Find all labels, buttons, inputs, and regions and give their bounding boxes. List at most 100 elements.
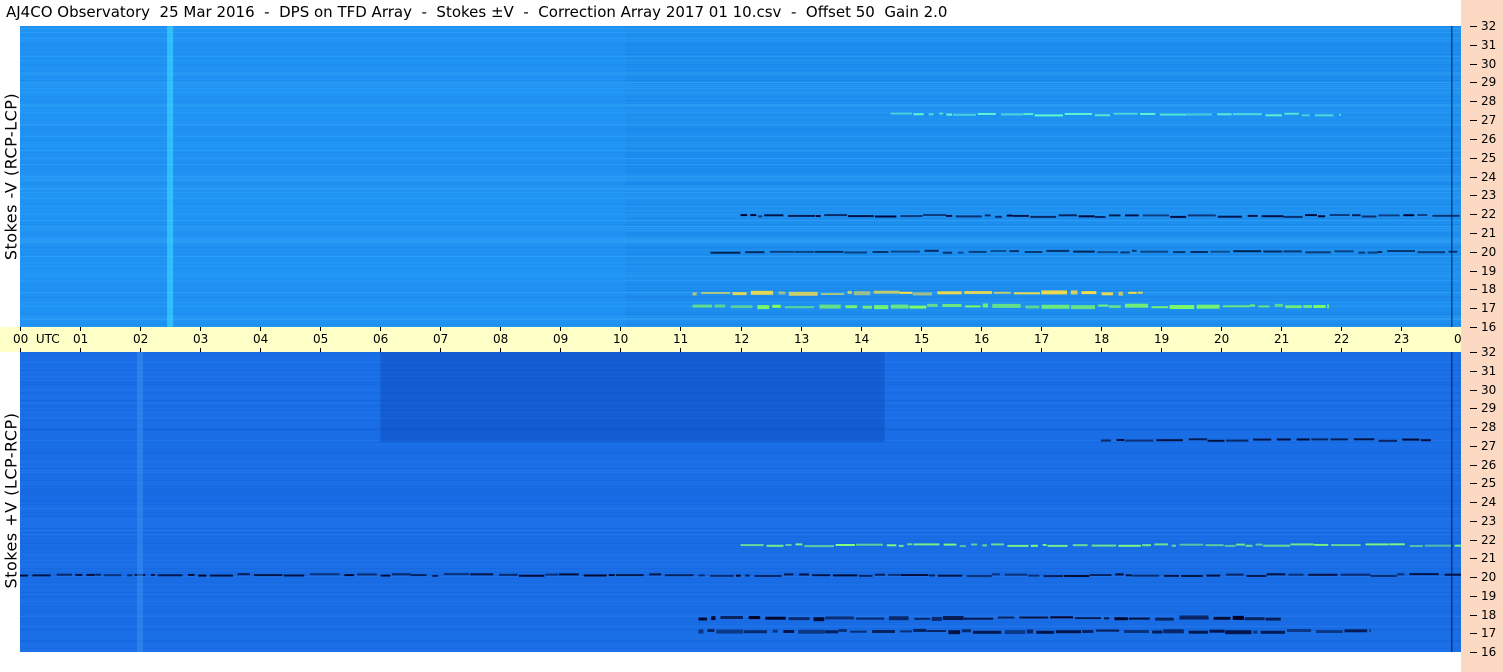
time-tick-bottom-14 xyxy=(861,348,862,352)
bottom-freq-tick-18 xyxy=(1470,615,1477,616)
time-label-2: 02 xyxy=(133,332,149,346)
top-freq-label-23: 23 xyxy=(1481,188,1497,202)
top-freq-label-30: 30 xyxy=(1481,57,1497,71)
top-freq-label-17: 17 xyxy=(1481,301,1497,315)
time-tick-bottom-15 xyxy=(921,348,922,352)
time-tick-bottom-6 xyxy=(380,348,381,352)
time-tick-bottom-23 xyxy=(1401,348,1402,352)
bottom-freq-label-32: 32 xyxy=(1481,345,1497,359)
top-freq-tick-26 xyxy=(1470,139,1477,140)
time-tick-bottom-21 xyxy=(1281,348,1282,352)
time-tick-21 xyxy=(1281,327,1282,331)
bottom-edge-line xyxy=(1451,352,1453,652)
top-edge-line xyxy=(1451,26,1453,327)
top-freq-tick-23 xyxy=(1470,195,1477,196)
time-tick-bottom-17 xyxy=(1041,348,1042,352)
time-label-15: 15 xyxy=(914,332,930,346)
bottom-freq-label-20: 20 xyxy=(1481,570,1497,584)
time-label-0: 00 UTC xyxy=(13,332,60,346)
top-freq-label-19: 19 xyxy=(1481,264,1497,278)
time-tick-bottom-2 xyxy=(140,348,141,352)
time-tick-3 xyxy=(200,327,201,331)
time-label-20: 20 xyxy=(1214,332,1230,346)
bottom-freq-label-30: 30 xyxy=(1481,383,1497,397)
top-freq-tick-19 xyxy=(1470,271,1477,272)
bottom-freq-label-18: 18 xyxy=(1481,608,1497,622)
top-freq-label-32: 32 xyxy=(1481,19,1497,33)
bottom-freq-label-25: 25 xyxy=(1481,476,1497,490)
time-label-4: 04 xyxy=(253,332,269,346)
time-tick-bottom-5 xyxy=(320,348,321,352)
time-tick-bottom-7 xyxy=(440,348,441,352)
time-tick-4 xyxy=(260,327,261,331)
bottom-freq-tick-17 xyxy=(1470,633,1477,634)
top-freq-tick-16 xyxy=(1470,327,1477,328)
bottom-freq-tick-21 xyxy=(1470,558,1477,559)
time-tick-bottom-22 xyxy=(1341,348,1342,352)
time-tick-22 xyxy=(1341,327,1342,331)
bottom-freq-tick-16 xyxy=(1470,652,1477,653)
top-streak-5 xyxy=(167,26,174,327)
bottom-freq-label-16: 16 xyxy=(1481,645,1497,659)
bottom-freq-tick-30 xyxy=(1470,390,1477,391)
top-freq-label-28: 28 xyxy=(1481,94,1497,108)
time-label-9: 09 xyxy=(553,332,569,346)
time-label-17: 17 xyxy=(1034,332,1050,346)
bottom-freq-tick-27 xyxy=(1470,446,1477,447)
time-tick-bottom-3 xyxy=(200,348,201,352)
time-label-5: 05 xyxy=(313,332,329,346)
time-tick-bottom-19 xyxy=(1161,348,1162,352)
top-freq-tick-31 xyxy=(1470,45,1477,46)
top-freq-tick-28 xyxy=(1470,101,1477,102)
time-tick-0 xyxy=(20,327,21,331)
time-label-11: 11 xyxy=(673,332,689,346)
bottom-freq-label-17: 17 xyxy=(1481,626,1497,640)
time-tick-17 xyxy=(1041,327,1042,331)
time-tick-bottom-12 xyxy=(741,348,742,352)
bottom-freq-label-23: 23 xyxy=(1481,514,1497,528)
top-freq-tick-18 xyxy=(1470,289,1477,290)
bottom-freq-label-26: 26 xyxy=(1481,458,1497,472)
top-freq-label-25: 25 xyxy=(1481,151,1497,165)
top-freq-label-20: 20 xyxy=(1481,245,1497,259)
time-label-13: 13 xyxy=(794,332,810,346)
time-tick-bottom-18 xyxy=(1101,348,1102,352)
time-tick-bottom-4 xyxy=(260,348,261,352)
top-freq-label-16: 16 xyxy=(1481,320,1497,334)
time-label-22: 22 xyxy=(1334,332,1350,346)
time-tick-15 xyxy=(921,327,922,331)
top-freq-label-18: 18 xyxy=(1481,282,1497,296)
bottom-freq-label-31: 31 xyxy=(1481,364,1497,378)
time-tick-10 xyxy=(620,327,621,331)
bottom-freq-label-22: 22 xyxy=(1481,533,1497,547)
top-freq-label-31: 31 xyxy=(1481,38,1497,52)
time-tick-bottom-8 xyxy=(500,348,501,352)
time-axis-bar xyxy=(0,327,1461,352)
top-freq-tick-21 xyxy=(1470,233,1477,234)
bottom-freq-tick-29 xyxy=(1470,408,1477,409)
time-label-8: 08 xyxy=(493,332,509,346)
top-freq-label-21: 21 xyxy=(1481,226,1497,240)
bottom-freq-label-21: 21 xyxy=(1481,551,1497,565)
time-tick-8 xyxy=(500,327,501,331)
time-label-3: 03 xyxy=(193,332,209,346)
time-tick-9 xyxy=(560,327,561,331)
top-freq-tick-24 xyxy=(1470,177,1477,178)
time-tick-bottom-0 xyxy=(20,348,21,352)
time-tick-bottom-1 xyxy=(80,348,81,352)
top-freq-label-24: 24 xyxy=(1481,170,1497,184)
time-tick-1 xyxy=(80,327,81,331)
top-freq-tick-20 xyxy=(1470,252,1477,253)
time-tick-20 xyxy=(1221,327,1222,331)
bottom-freq-label-28: 28 xyxy=(1481,420,1497,434)
time-label-1: 01 xyxy=(73,332,89,346)
time-label-10: 10 xyxy=(613,332,629,346)
time-label-16: 16 xyxy=(974,332,990,346)
bottom-panel-ylabel: Stokes +V (LCP-RCP) xyxy=(1,412,21,589)
time-tick-7 xyxy=(440,327,441,331)
time-tick-bottom-10 xyxy=(620,348,621,352)
bottom-freq-tick-24 xyxy=(1470,502,1477,503)
time-tick-bottom-11 xyxy=(680,348,681,352)
time-tick-18 xyxy=(1101,327,1102,331)
time-label-6: 06 xyxy=(373,332,389,346)
